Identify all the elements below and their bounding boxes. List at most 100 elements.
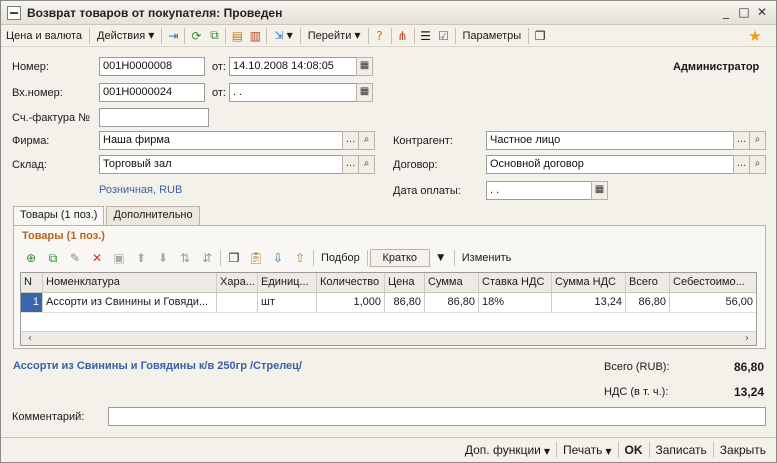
search-icon[interactable]: ⌕ xyxy=(358,155,375,174)
minimize-icon[interactable]: _ xyxy=(718,5,734,21)
import-icon[interactable]: ⇩ xyxy=(267,249,289,267)
contract-field[interactable]: Основной договор xyxy=(486,155,734,174)
checklist-icon[interactable]: ☑ xyxy=(435,27,453,45)
delete-row-icon[interactable]: ✕ xyxy=(86,249,108,267)
end-edit-icon[interactable]: ▣ xyxy=(108,249,130,267)
hierarchy-icon[interactable]: ⋔ xyxy=(394,27,412,45)
table-cell[interactable]: 86,80 xyxy=(425,293,479,312)
select-ellipsis-icon[interactable]: ... xyxy=(733,155,750,174)
favorite-star-icon[interactable]: ★ xyxy=(746,27,764,45)
column-header[interactable]: Себестоимо... xyxy=(670,273,756,292)
pay-date-field[interactable]: . . xyxy=(486,181,592,200)
change-button[interactable]: Изменить xyxy=(457,252,517,264)
column-header[interactable]: Единиц... xyxy=(258,273,317,292)
tab-additional[interactable]: Дополнительно xyxy=(106,206,200,225)
column-header[interactable]: Сумма xyxy=(425,273,479,292)
column-header[interactable]: Номенклатура xyxy=(43,273,217,292)
table-cell[interactable]: 56,00 xyxy=(670,293,756,312)
add-row-icon[interactable]: ⊕ xyxy=(20,249,42,267)
table-row[interactable]: 1 Ассорти из Свинины и Говяди... шт 1,00… xyxy=(21,293,756,313)
column-header[interactable]: Цена xyxy=(385,273,425,292)
search-icon[interactable]: ⌕ xyxy=(749,155,766,174)
table-cell[interactable]: 86,80 xyxy=(626,293,670,312)
column-header[interactable]: Ставка НДС xyxy=(479,273,552,292)
table-cell[interactable]: Ассорти из Свинины и Говяди... xyxy=(43,293,217,312)
post-document-icon[interactable]: ⇥ xyxy=(164,27,182,45)
tab-goods[interactable]: Товары (1 поз.) xyxy=(13,206,105,226)
table-cell[interactable]: 18% xyxy=(479,293,552,312)
firm-field[interactable]: Наша фирма xyxy=(99,131,343,150)
search-icon[interactable]: ⌕ xyxy=(358,131,375,150)
actions-menu[interactable]: Действия ▼ xyxy=(92,26,159,46)
bottom-bar: Доп. функции ▼ Печать ▼ OK Записать Закрыт… xyxy=(1,437,776,462)
column-header[interactable]: Хара... xyxy=(217,273,258,292)
select-ellipsis-icon[interactable]: ... xyxy=(342,131,359,150)
calendar-icon[interactable]: ▦ xyxy=(356,83,373,102)
close-icon[interactable]: ✕ xyxy=(754,5,770,21)
copy-document-icon[interactable]: ⧉ xyxy=(205,27,223,45)
print-menu[interactable]: Печать ▼ xyxy=(557,443,617,457)
close-button[interactable]: Закрыть xyxy=(714,443,772,457)
save-button[interactable]: Записать xyxy=(650,443,713,457)
paste-icon[interactable]: 📋︎ xyxy=(245,249,267,267)
sort-desc-icon[interactable]: ⇵ xyxy=(196,249,218,267)
add-functions-menu[interactable]: Доп. функции ▼ xyxy=(459,443,556,457)
table-cell[interactable]: 1,000 xyxy=(317,293,385,312)
move-up-icon[interactable]: ⬆ xyxy=(130,249,152,267)
edit-row-icon[interactable]: ✎ xyxy=(64,249,86,267)
price-currency-button[interactable]: Цена и валюта xyxy=(1,26,87,46)
parameters-button[interactable]: Параметры xyxy=(458,26,527,46)
table-cell[interactable]: 86,80 xyxy=(385,293,425,312)
go-menu[interactable]: Перейти ▼ xyxy=(303,26,366,46)
calendar-icon[interactable]: ▦ xyxy=(591,181,608,200)
copy-row-icon[interactable]: ⧉ xyxy=(42,249,64,267)
in-number-field[interactable]: 001Н0000024 xyxy=(99,83,205,102)
chevron-down-icon[interactable]: ▼ xyxy=(430,249,452,267)
select-ellipsis-icon[interactable]: ... xyxy=(733,131,750,150)
scroll-left-icon[interactable]: ‹ xyxy=(23,332,37,345)
comment-field[interactable] xyxy=(108,407,766,426)
counterparty-field[interactable]: Частное лицо xyxy=(486,131,734,150)
maximize-icon[interactable]: □ xyxy=(736,5,752,21)
price-type-link[interactable]: Розничная, RUB xyxy=(99,184,182,196)
column-header[interactable]: Всего xyxy=(626,273,670,292)
select-ellipsis-icon[interactable]: ... xyxy=(342,155,359,174)
table-cell[interactable]: шт xyxy=(258,293,317,312)
mode-select[interactable]: Кратко xyxy=(369,249,430,267)
goods-table[interactable]: N Номенклатура Хара... Единиц... Количес… xyxy=(20,272,757,346)
copy-icon[interactable]: ❐ xyxy=(223,249,245,267)
ok-button[interactable]: OK xyxy=(619,443,649,457)
in-date-field[interactable]: . . xyxy=(229,83,357,102)
move-down-icon[interactable]: ⬇ xyxy=(152,249,174,267)
unfill-icon[interactable]: ▥ xyxy=(246,27,264,45)
date-field[interactable]: 14.10.2008 14:08:05 xyxy=(229,57,357,76)
table-cell[interactable] xyxy=(217,293,258,312)
table-cell[interactable]: 13,24 xyxy=(552,293,626,312)
column-header[interactable]: Количество xyxy=(317,273,385,292)
column-header[interactable]: N xyxy=(21,273,43,292)
number-label: Номер: xyxy=(12,61,49,73)
title-bar: Возврат товаров от покупателя: Проведен … xyxy=(1,1,776,25)
scroll-right-icon[interactable]: › xyxy=(740,332,754,345)
horizontal-scrollbar[interactable]: ‹ › xyxy=(21,331,756,345)
number-field[interactable]: 001Н0000008 xyxy=(99,57,205,76)
copy-icon[interactable]: ❐ xyxy=(531,27,549,45)
fill-icon[interactable]: ▤ xyxy=(228,27,246,45)
search-icon[interactable]: ⌕ xyxy=(749,131,766,150)
selection-button[interactable]: Подбор xyxy=(316,252,365,264)
goods-panel: Товары (1 поз.) ⊕ ⧉ ✎ ✕ ▣ ⬆ ⬇ ⇅ ⇵ ❐ 📋︎ ⇩… xyxy=(13,225,766,349)
structure-menu[interactable]: ⇲ ▼ xyxy=(269,26,297,46)
warehouse-field[interactable]: Торговый зал xyxy=(99,155,343,174)
item-link[interactable]: Ассорти из Свинины и Говядины к/в 250гр … xyxy=(13,360,302,372)
export-icon[interactable]: ⇧ xyxy=(289,249,311,267)
refresh-icon[interactable]: ⟳ xyxy=(187,27,205,45)
actions-label: Действия xyxy=(97,29,146,42)
sort-asc-icon[interactable]: ⇅ xyxy=(174,249,196,267)
help-icon[interactable]: ? xyxy=(371,27,389,45)
total-label: Всего (RUB): xyxy=(604,361,670,373)
invoice-field[interactable] xyxy=(99,108,209,127)
list-icon[interactable]: ☰ xyxy=(417,27,435,45)
calendar-icon[interactable]: ▦ xyxy=(356,57,373,76)
column-header[interactable]: Сумма НДС xyxy=(552,273,626,292)
in-number-label: Вх.номер: xyxy=(12,87,63,99)
